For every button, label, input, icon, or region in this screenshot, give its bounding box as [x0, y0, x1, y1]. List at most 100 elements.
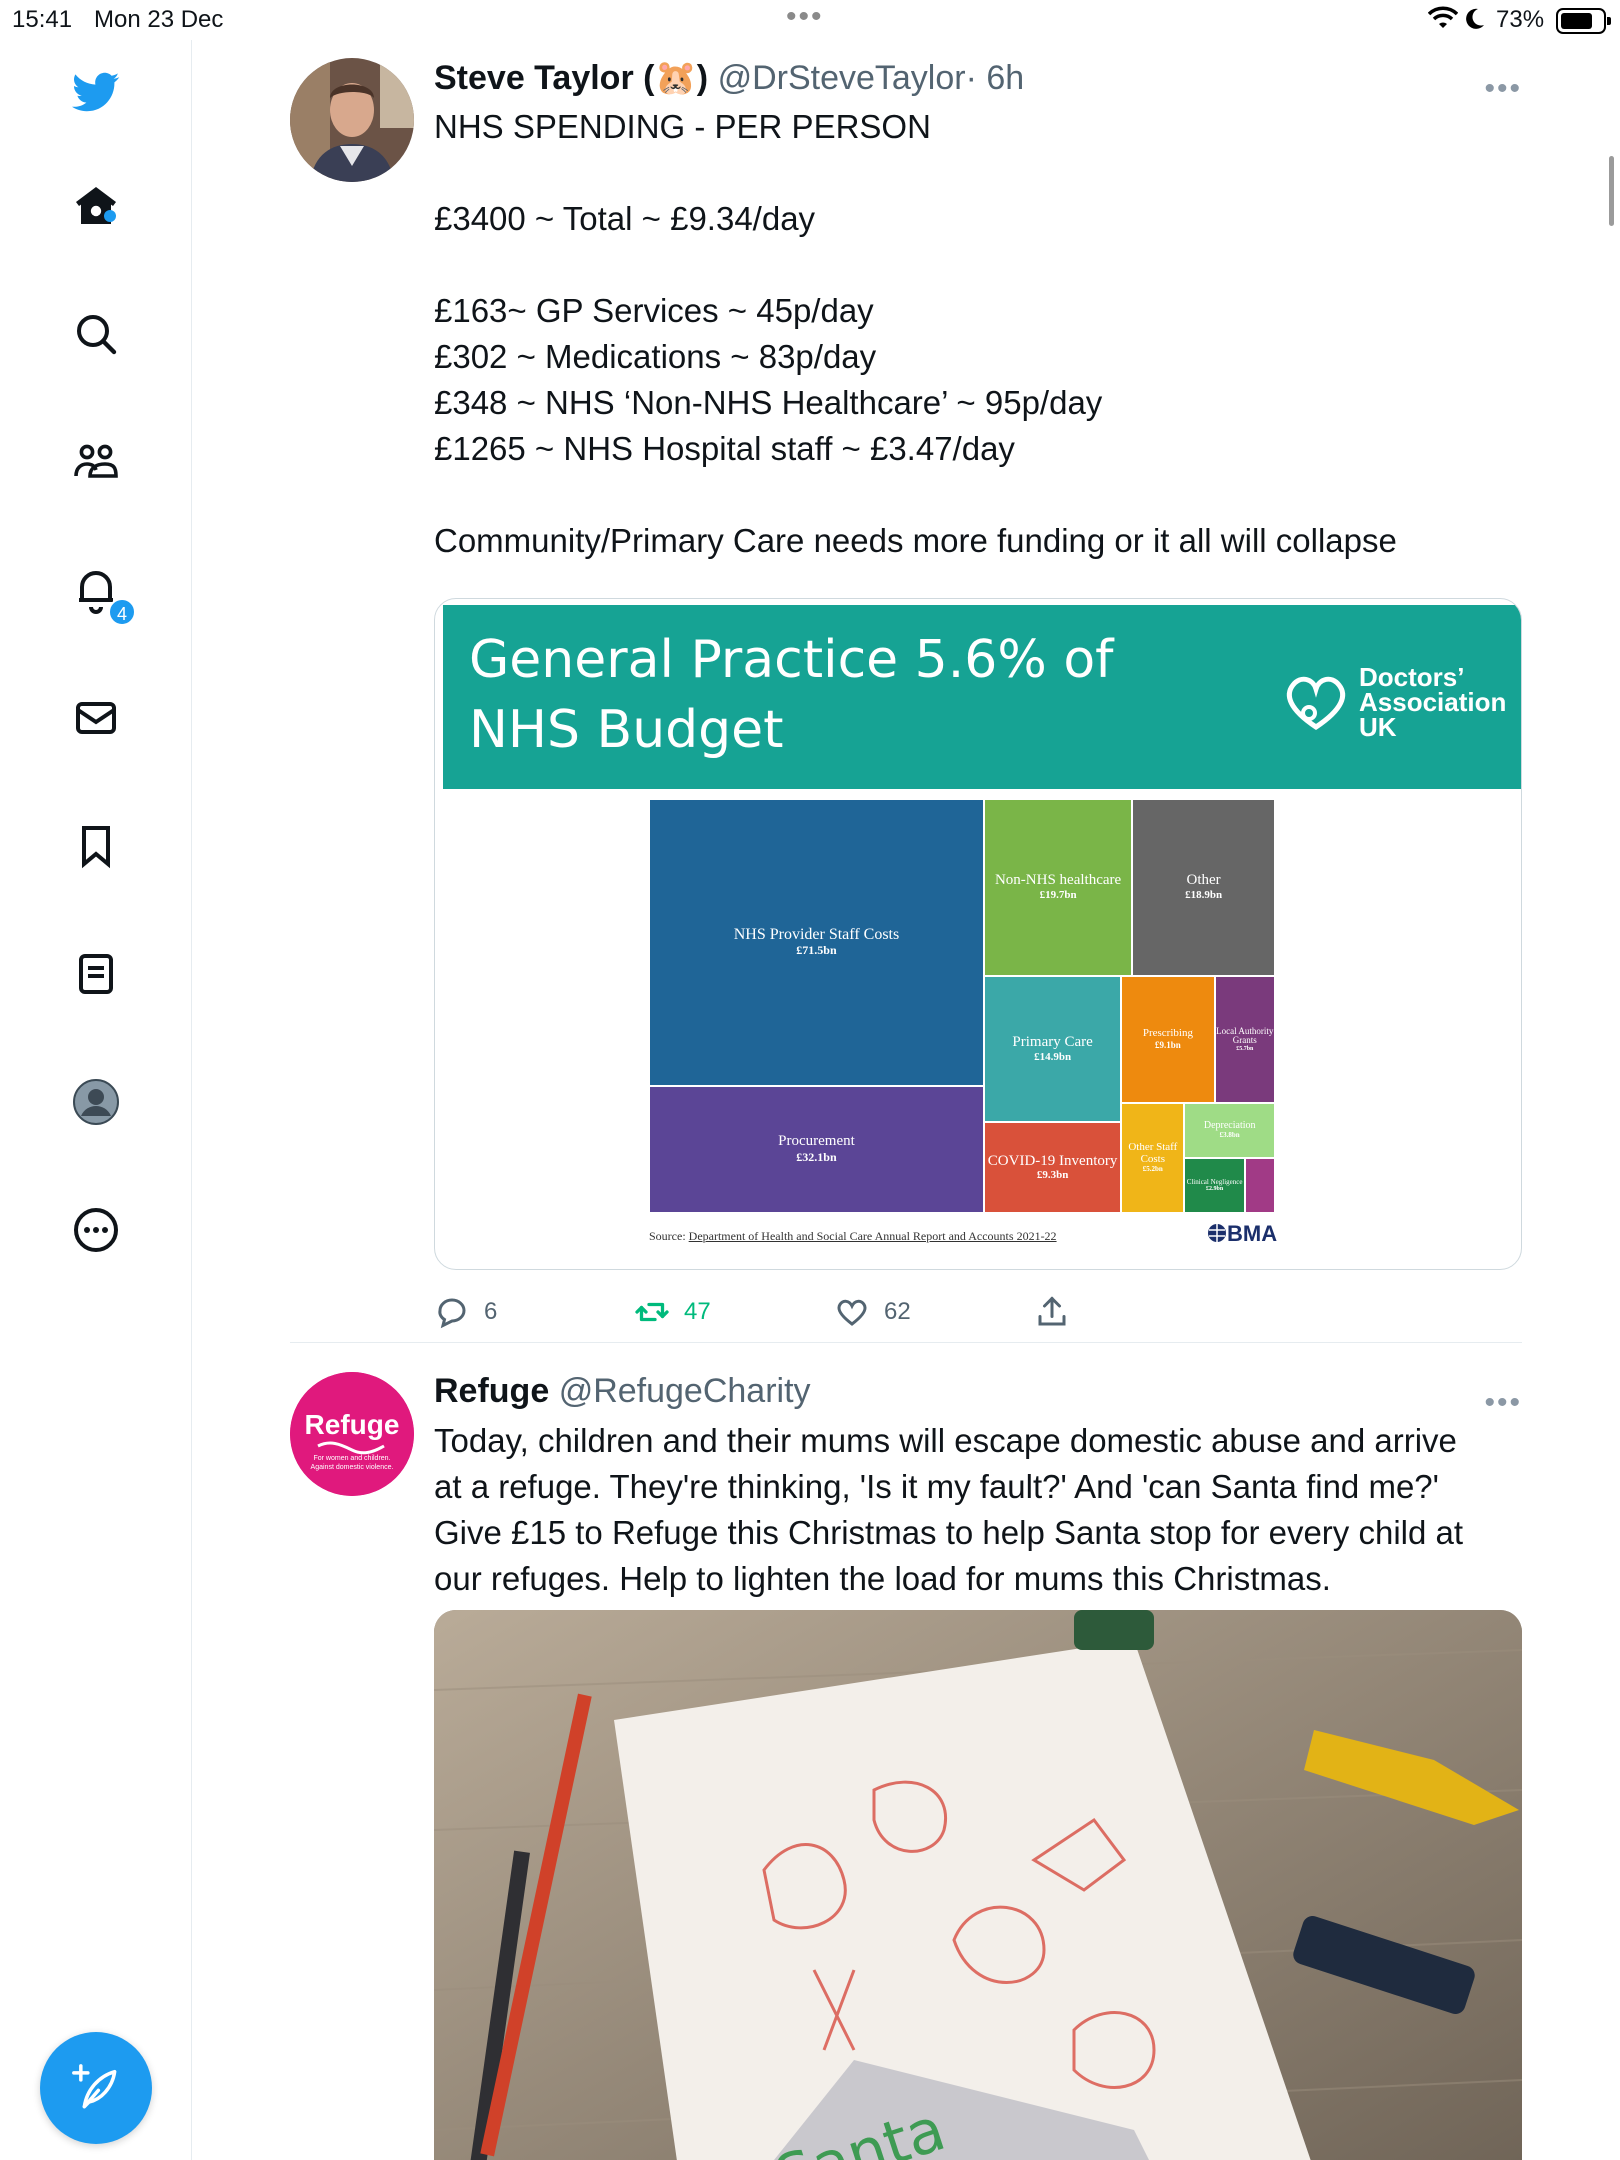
compose-feather-plus-icon	[72, 2064, 117, 2109]
tweet-line: £163~ GP Services ~ 45p/day	[434, 292, 874, 329]
home-icon[interactable]	[70, 180, 122, 232]
more-options-circle-icon[interactable]	[70, 1204, 122, 1256]
treemap-cell-value: £14.9bn	[1034, 1050, 1072, 1063]
tweet-line: at a refuge. They're thinking, 'Is it my…	[434, 1468, 1439, 1505]
compose-tweet-button[interactable]	[40, 2032, 152, 2144]
share-upload-icon	[1038, 1296, 1066, 1326]
treemap-cell-value: £32.1bn	[796, 1149, 837, 1164]
more-menu-icon[interactable]: •••	[1484, 72, 1522, 106]
battery-level	[1561, 13, 1592, 29]
treemap-cell-label: Clinical Negligence	[1186, 1177, 1243, 1186]
reply-button[interactable]: 6	[434, 1294, 497, 1330]
tweet[interactable]: Refuge For women and children. Against d…	[290, 1372, 1522, 2160]
tweet-text: NHS SPENDING - PER PERSON £3400 ~ Total …	[434, 104, 1522, 564]
treemap-cell-label: NHS Provider Staff Costs	[733, 925, 900, 943]
treemap-cell: Other Staff Costs £5.2bn	[1121, 1102, 1185, 1213]
banner-title-line: NHS Budget	[469, 700, 784, 760]
tweet-line: NHS SPENDING - PER PERSON	[434, 108, 931, 145]
tweet-line: Give £15 to Refuge this Christmas to hel…	[434, 1514, 1464, 1551]
scrollbar-thumb[interactable]	[1609, 156, 1614, 226]
treemap-cell-label: Other	[1186, 872, 1221, 889]
treemap-cell-label: Prescribing	[1142, 1027, 1193, 1040]
treemap-cell: Local Authority Grants £5.7bn	[1214, 975, 1275, 1103]
communities-icon[interactable]	[70, 436, 122, 488]
tweet-line: £302 ~ Medications ~ 83p/day	[434, 338, 877, 375]
bma-logo: BMA	[1207, 1221, 1277, 1247]
like-button[interactable]: 62	[834, 1294, 911, 1330]
share-button[interactable]	[1034, 1294, 1070, 1330]
tweet-line: Community/Primary Care needs more fundin…	[434, 522, 1397, 559]
treemap-cell-value: £2.9bn	[1205, 1186, 1224, 1193]
author-handle[interactable]: @DrSteveTaylor	[718, 59, 966, 97]
chart-source: Source: Department of Health and Social …	[649, 1229, 1057, 1244]
childrens-drawings-photo: Santa	[434, 1610, 1522, 2160]
tweet-image[interactable]: General Practice 5.6% of NHS Budget Doct…	[434, 598, 1522, 1270]
bma-label: BMA	[1227, 1221, 1278, 1246]
treemap-cell-value: £9.1bn	[1155, 1039, 1181, 1050]
source-text: Department of Health and Social Care Ann…	[688, 1229, 1057, 1243]
tweet-line: our refuges. Help to lighten the load fo…	[434, 1560, 1331, 1597]
tweet-line: £3400 ~ Total ~ £9.34/day	[434, 200, 816, 237]
tweet-line: £348 ~ NHS ‘Non-NHS Healthcare’ ~ 95p/da…	[434, 384, 1103, 421]
avatar-brand-text: Refuge	[305, 1409, 400, 1440]
treemap-cell: COVID-19 Inventory £9.3bn	[983, 1121, 1122, 1213]
tweet-line: Today, children and their mums will esca…	[434, 1422, 1457, 1459]
treemap-cell: Non-NHS healthcare £19.7bn	[983, 799, 1133, 976]
avatar-tagline: For women and children.	[313, 1455, 390, 1462]
like-count: 62	[884, 1298, 911, 1325]
avatar[interactable]: Refuge For women and children. Against d…	[290, 1372, 414, 1496]
reply-bubble-icon	[438, 1298, 466, 1329]
tweet-time[interactable]: · 6h	[966, 59, 1025, 97]
status-date: Mon 23 Dec	[94, 6, 224, 33]
tweet-line: £1265 ~ NHS Hospital staff ~ £3.47/day	[434, 430, 1015, 467]
twitter-bird-logo-icon[interactable]	[70, 66, 122, 118]
battery-percent: 73%	[1496, 6, 1545, 33]
tweet[interactable]: Steve Taylor (🐹) @DrSteveTaylor· 6h ••• …	[290, 58, 1522, 1329]
multitasking-dots-icon[interactable]: •••	[786, 0, 824, 34]
treemap-chart: NHS Provider Staff Costs £71.5bn Procureme…	[649, 799, 1275, 1213]
treemap-cell-value: £3.8bn	[1219, 1131, 1240, 1140]
treemap-cell-value: £19.7bn	[1039, 889, 1077, 902]
search-icon[interactable]	[70, 308, 122, 360]
tweet-actions: 6 47 62	[434, 1294, 1522, 1338]
treemap-cell-label: Local Authority Grants	[1216, 1025, 1274, 1046]
author-name[interactable]: Refuge	[434, 1372, 549, 1410]
messages-envelope-icon[interactable]	[70, 692, 122, 744]
bookmark-icon[interactable]	[70, 820, 122, 872]
heart-icon	[837, 1299, 867, 1326]
retweet-button[interactable]: 47	[634, 1294, 711, 1330]
home-notification-dot	[104, 210, 116, 222]
treemap-cell: Prescribing £9.1bn	[1121, 975, 1215, 1103]
more-menu-icon[interactable]: •••	[1484, 1386, 1522, 1420]
brand-line: UK	[1359, 712, 1397, 742]
treemap-cell: Other £18.9bn	[1132, 799, 1275, 976]
banner-title: General Practice 5.6% of NHS Budget	[469, 625, 1169, 765]
treemap-cell-value: £5.7bn	[1236, 1045, 1254, 1052]
avatar[interactable]	[290, 58, 414, 182]
retweet-count: 47	[684, 1298, 711, 1325]
lists-icon[interactable]	[70, 948, 122, 1000]
treemap-cell: NHS Provider Staff Costs £71.5bn	[649, 799, 984, 1087]
author-handle[interactable]: @RefugeCharity	[559, 1372, 811, 1410]
treemap-cell-value: £5.2bn	[1142, 1165, 1163, 1174]
avatar-tagline: Against domestic violence.	[311, 1464, 394, 1471]
treemap-cell-label: COVID-19 Inventory	[987, 1152, 1118, 1169]
source-label: Source:	[649, 1229, 686, 1243]
tweet-divider	[290, 1342, 1522, 1343]
image-banner: General Practice 5.6% of NHS Budget Doct…	[443, 605, 1521, 789]
treemap-cell-label: Procurement	[778, 1133, 855, 1150]
treemap-cell: Procurement £32.1bn	[649, 1086, 984, 1213]
treemap-cell-value: £9.3bn	[1036, 1169, 1069, 1182]
treemap-cell	[1244, 1157, 1275, 1213]
banner-title-line: General Practice 5.6% of	[469, 630, 1114, 690]
author-name[interactable]: Steve Taylor (🐹)	[434, 59, 708, 97]
tweet-image[interactable]: Santa	[434, 1610, 1522, 2160]
profile-avatar-icon[interactable]	[70, 1076, 122, 1128]
treemap-cell-label: Primary Care	[1012, 1033, 1093, 1050]
do-not-disturb-moon-icon	[1466, 8, 1484, 29]
treemap-cell-label: Non-NHS healthcare	[994, 872, 1122, 889]
reply-count: 6	[484, 1298, 498, 1325]
treemap-cell: Clinical Negligence £2.9bn	[1184, 1157, 1245, 1213]
treemap-cell-label: Other Staff Costs	[1128, 1141, 1178, 1165]
wifi-icon	[1428, 6, 1458, 28]
